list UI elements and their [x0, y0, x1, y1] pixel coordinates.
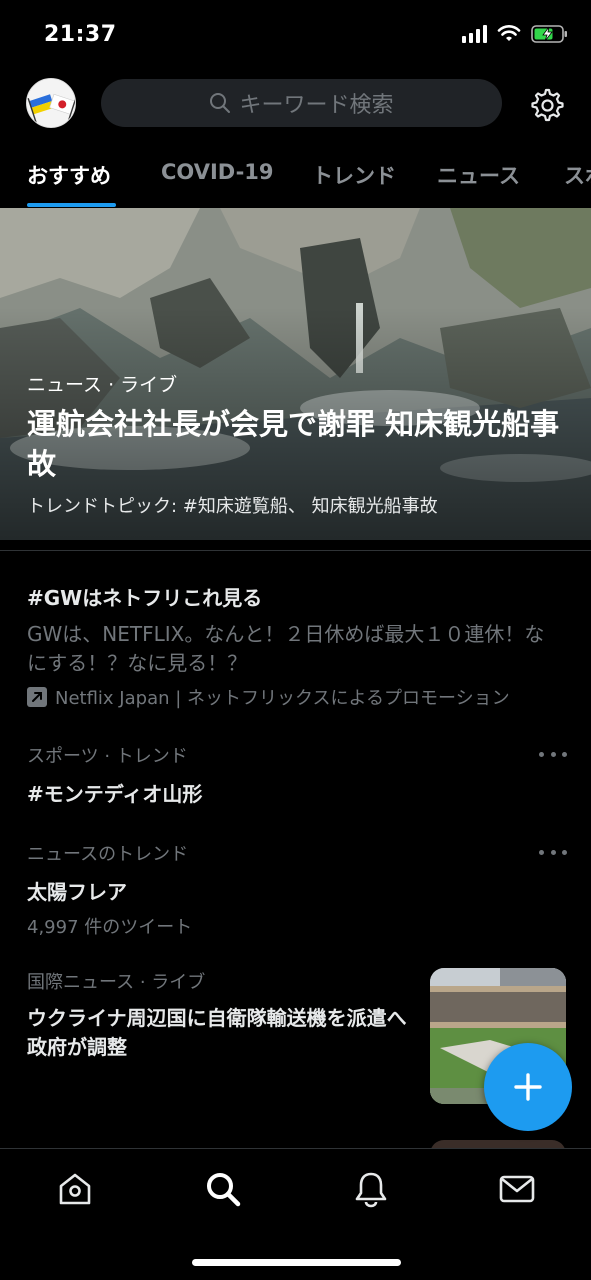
settings-gear-icon[interactable] — [528, 86, 564, 122]
active-tab-indicator — [27, 203, 116, 207]
status-bar: 21:37 — [0, 0, 591, 70]
trend-category: 国際ニュース · ライブ — [27, 972, 206, 993]
battery-charging-icon — [531, 25, 567, 43]
trend-title: ウクライナ周辺国に自衛隊輸送機を派遣へ 政府が調整 — [27, 1006, 407, 1059]
wifi-icon — [497, 25, 521, 41]
notifications-bell-icon[interactable] — [351, 1169, 391, 1209]
explore-tabs: おすすめ COVID-19 トレンド ニュース スポ — [0, 148, 591, 208]
plus-icon — [514, 1073, 542, 1101]
home-indicator — [192, 1259, 401, 1266]
status-time: 21:37 — [44, 22, 117, 47]
trend-item[interactable]: スポーツ · トレンド #モンテディオ山形 — [27, 742, 567, 807]
tab-news[interactable]: ニュース — [437, 160, 520, 190]
top-header: キーワード検索 — [0, 72, 591, 136]
trend-item-promoted[interactable]: #GWはネトフリこれ見る GWは、NETFLIX。なんと！２日休めば最大１０連休… — [27, 582, 567, 710]
trend-category: スポーツ · トレンド — [27, 746, 188, 767]
trend-title: 太陽フレア — [27, 880, 127, 904]
tweet-count: 4,997 件のツイート — [27, 917, 193, 938]
search-input[interactable]: キーワード検索 — [101, 79, 502, 127]
tab-recommended[interactable]: おすすめ — [27, 160, 111, 190]
trend-title: #モンテディオ山形 — [27, 782, 203, 806]
hero-category: ニュース · ライブ — [27, 374, 178, 396]
trend-description: GWは、NETFLIX。なんと！２日休めば最大１０連休！なにする！？なに見る！？ — [27, 622, 545, 675]
tab-sports[interactable]: スポ — [564, 160, 591, 190]
home-icon[interactable] — [55, 1169, 95, 1209]
avatar[interactable] — [26, 78, 76, 128]
trend-title: #GWはネトフリこれ見る — [27, 586, 263, 610]
promoted-arrow-icon — [27, 687, 47, 707]
tab-trends[interactable]: トレンド — [312, 160, 396, 190]
search-placeholder: キーワード検索 — [239, 93, 394, 118]
tab-covid-19[interactable]: COVID-19 — [161, 160, 274, 184]
hero-trending-topics: トレンドトピック: #知床遊覧船、 知床観光船事故 — [27, 496, 438, 517]
promoted-label: Netflix Japan | ネットフリックスによるプロモーション — [27, 684, 567, 710]
trend-category: ニュースのトレンド — [27, 844, 189, 865]
promoted-by-text: Netflix Japan | ネットフリックスによるプロモーション — [55, 688, 510, 709]
divider — [0, 550, 591, 551]
search-icon — [210, 93, 231, 113]
trend-item-news[interactable]: 国際ニュース · ライブ ウクライナ周辺国に自衛隊輸送機を派遣へ 政府が調整 — [27, 968, 412, 1062]
status-icons — [462, 24, 569, 44]
trend-item[interactable]: ニュースのトレンド 太陽フレア 4,997 件のツイート — [27, 840, 567, 939]
compose-button[interactable] — [484, 1043, 572, 1131]
hero-title: 運航会社社長が会見で謝罪 知床観光船事故 — [27, 407, 560, 481]
more-options-icon[interactable] — [539, 744, 567, 764]
flags-avatar-image — [27, 79, 75, 127]
signal-icon — [462, 25, 487, 43]
messages-envelope-icon[interactable] — [497, 1169, 537, 1209]
search-icon[interactable] — [203, 1169, 243, 1209]
more-options-icon[interactable] — [539, 842, 567, 862]
hero-news-card[interactable]: ニュース · ライブ 運航会社社長が会見で謝罪 知床観光船事故 トレンドトピック… — [0, 208, 591, 540]
